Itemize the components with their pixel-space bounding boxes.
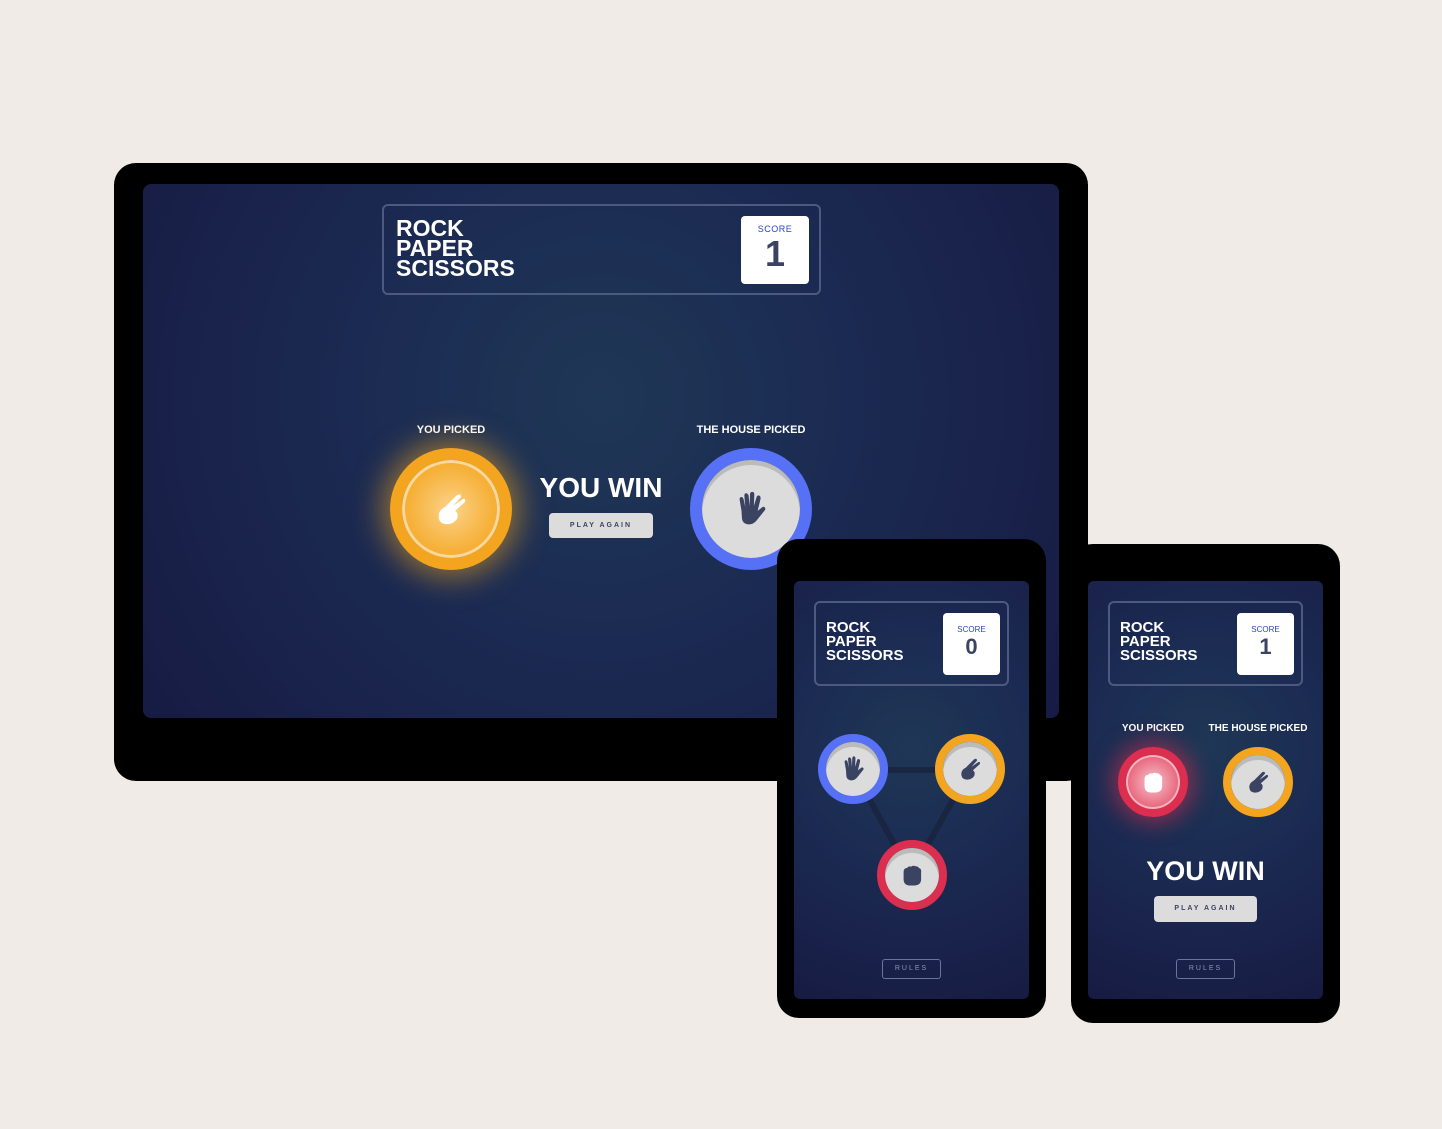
result-text: YOU WIN: [539, 472, 663, 503]
result-text: YOU WIN: [1146, 856, 1265, 886]
play-again-button[interactable]: PLAY AGAIN: [549, 513, 653, 538]
score-value: 1: [1259, 634, 1272, 659]
house-picked-label: THE HOUSE PICKED: [1208, 723, 1308, 734]
desktop-header: ROCK PAPER SCISSORS SCORE 1: [382, 204, 821, 295]
logo-line-scissors: SCISSORS: [396, 255, 515, 281]
tablet-screen: ROCK PAPER SCISSORS SCORE 0 RULES: [794, 581, 1029, 999]
logo-line-scissors: SCISSORS: [1120, 647, 1198, 664]
paper-hand-icon: [739, 491, 766, 525]
rules-button[interactable]: RULES: [1176, 959, 1235, 979]
option-scissors-button[interactable]: [935, 734, 1005, 804]
game-logo: ROCK PAPER SCISSORS: [1120, 620, 1198, 664]
scissors-hand-icon: [961, 758, 980, 780]
rock-fist-icon: [903, 865, 922, 886]
paper-hand-icon: [844, 756, 864, 781]
scissors-hand-icon: [1249, 771, 1268, 793]
player-pick-rock: [1118, 747, 1188, 817]
option-rock-button[interactable]: [877, 840, 947, 910]
score-box: SCORE 1: [1237, 613, 1294, 675]
game-logo: ROCK PAPER SCISSORS: [396, 217, 515, 281]
phone-screen: ROCK PAPER SCISSORS SCORE 1 YOU PICKED T…: [1088, 581, 1323, 999]
you-picked-label: YOU PICKED: [416, 424, 486, 436]
option-paper-button[interactable]: [818, 734, 888, 804]
you-picked-label: YOU PICKED: [1121, 723, 1185, 734]
player-pick-scissors: [390, 448, 512, 570]
scissors-hand-icon: [438, 494, 466, 525]
score-box: SCORE 1: [741, 216, 809, 284]
play-again-button[interactable]: PLAY AGAIN: [1154, 896, 1257, 922]
rock-fist-icon: [1144, 772, 1163, 793]
score-label: SCORE: [1251, 625, 1280, 634]
rules-button[interactable]: RULES: [882, 959, 941, 979]
house-picked-label: THE HOUSE PICKED: [696, 424, 806, 436]
score-value: 1: [764, 233, 786, 274]
house-pick-scissors: [1223, 747, 1293, 817]
phone-header: ROCK PAPER SCISSORS SCORE 1: [1108, 601, 1303, 686]
